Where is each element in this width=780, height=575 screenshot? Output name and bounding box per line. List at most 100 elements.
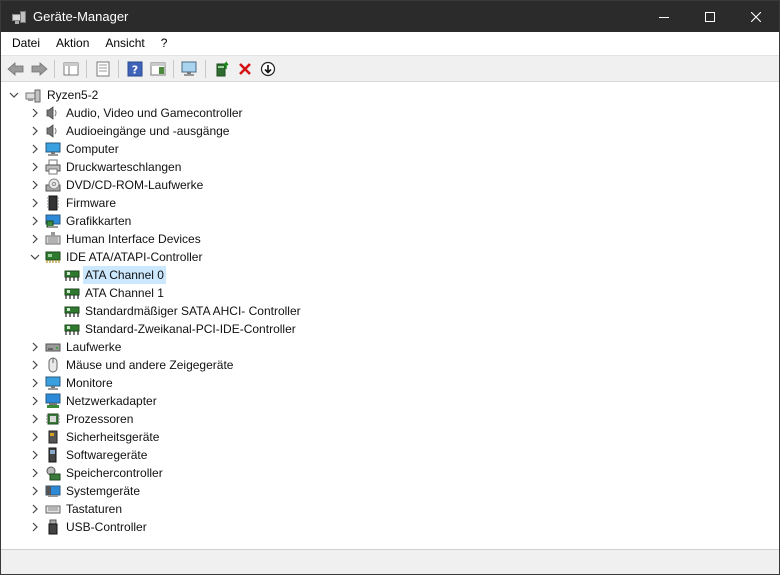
tree-device-item[interactable]: Standardmäßiger SATA AHCI- Controller bbox=[3, 302, 777, 320]
chevron-down-icon[interactable] bbox=[28, 248, 42, 266]
tree-category-label: Laufwerke bbox=[66, 340, 122, 354]
device-manager-icon bbox=[11, 9, 27, 25]
usb-icon bbox=[45, 519, 61, 535]
update-driver-button[interactable] bbox=[210, 58, 233, 80]
tree-category[interactable]: Tastaturen bbox=[3, 500, 777, 518]
maximize-icon bbox=[705, 11, 715, 22]
chevron-right-icon[interactable] bbox=[28, 446, 42, 464]
tree-device-item[interactable]: ATA Channel 0 bbox=[3, 266, 777, 284]
tree-category[interactable]: Grafikkarten bbox=[3, 212, 777, 230]
ide-channel-icon bbox=[64, 267, 80, 283]
tree-device-label: Standardmäßiger SATA AHCI- Controller bbox=[85, 304, 301, 318]
chevron-right-icon[interactable] bbox=[28, 122, 42, 140]
tree-category[interactable]: Firmware bbox=[3, 194, 777, 212]
ide-controller-icon bbox=[45, 249, 61, 265]
tree-category-label: Audioeingänge und -ausgänge bbox=[66, 124, 230, 138]
chevron-right-icon[interactable] bbox=[28, 428, 42, 446]
firmware-chip-icon bbox=[45, 195, 61, 211]
forward-button[interactable] bbox=[27, 58, 50, 80]
monitor-icon bbox=[45, 375, 61, 391]
tree-category[interactable]: Sicherheitsgeräte bbox=[3, 428, 777, 446]
chevron-right-icon[interactable] bbox=[28, 410, 42, 428]
ide-channel-icon bbox=[64, 285, 80, 301]
system-device-icon bbox=[45, 483, 61, 499]
scan-hardware-button[interactable] bbox=[178, 58, 201, 80]
chevron-right-icon[interactable] bbox=[28, 230, 42, 248]
tree-category-label: Netzwerkadapter bbox=[66, 394, 157, 408]
minimize-button[interactable] bbox=[641, 1, 687, 32]
disable-device-icon bbox=[260, 61, 275, 76]
tree-category[interactable]: Computer bbox=[3, 140, 777, 158]
disable-device-button[interactable] bbox=[256, 58, 279, 80]
security-device-icon bbox=[45, 429, 61, 445]
scan-hardware-monitor-icon bbox=[181, 61, 196, 76]
uninstall-device-button[interactable] bbox=[233, 58, 256, 80]
tree-category[interactable]: Prozessoren bbox=[3, 410, 777, 428]
chevron-right-icon[interactable] bbox=[28, 356, 42, 374]
tree-category-label: Tastaturen bbox=[66, 502, 123, 516]
tree-category-label: Computer bbox=[66, 142, 119, 156]
menu-datei[interactable]: Datei bbox=[4, 32, 48, 55]
tree-category[interactable]: Systemgeräte bbox=[3, 482, 777, 500]
tree-category[interactable]: Monitore bbox=[3, 374, 777, 392]
tree-category-label: DVD/CD-ROM-Laufwerke bbox=[66, 178, 204, 192]
tree-category[interactable]: USB-Controller bbox=[3, 518, 777, 536]
tree-category[interactable]: IDE ATA/ATAPI-Controller bbox=[3, 248, 777, 266]
window-title: Geräte-Manager bbox=[33, 9, 129, 24]
show-hide-tree-button[interactable] bbox=[59, 58, 82, 80]
tree-category[interactable]: Audio, Video und Gamecontroller bbox=[3, 104, 777, 122]
tree-device-item[interactable]: ATA Channel 1 bbox=[3, 284, 777, 302]
chevron-right-icon[interactable] bbox=[28, 374, 42, 392]
software-device-icon bbox=[45, 447, 61, 463]
help-button[interactable]: ? bbox=[123, 58, 146, 80]
title-bar[interactable]: Geräte-Manager bbox=[1, 1, 779, 32]
chevron-right-icon[interactable] bbox=[28, 464, 42, 482]
tree-category-label: IDE ATA/ATAPI-Controller bbox=[66, 250, 203, 264]
close-button[interactable] bbox=[733, 1, 779, 32]
tree-category[interactable]: Audioeingänge und -ausgänge bbox=[3, 122, 777, 140]
tree-root[interactable]: Ryzen5-2 bbox=[3, 86, 777, 104]
chevron-right-icon[interactable] bbox=[28, 176, 42, 194]
chevron-right-icon[interactable] bbox=[28, 518, 42, 536]
svg-text:?: ? bbox=[131, 63, 137, 76]
tree-category[interactable]: Speichercontroller bbox=[3, 464, 777, 482]
back-button[interactable] bbox=[4, 58, 27, 80]
action-pane-button[interactable] bbox=[146, 58, 169, 80]
menu-ansicht[interactable]: Ansicht bbox=[97, 32, 152, 55]
tree-category[interactable]: Druckwarteschlangen bbox=[3, 158, 777, 176]
chevron-down-icon[interactable] bbox=[7, 86, 21, 104]
device-tree[interactable]: Ryzen5-2 Audio, Video und Gamecontroller… bbox=[3, 83, 777, 549]
menu-bar: Datei Aktion Ansicht ? bbox=[1, 32, 779, 55]
minimize-icon bbox=[659, 16, 669, 18]
menu-help[interactable]: ? bbox=[153, 32, 176, 55]
tree-category[interactable]: Mäuse und andere Zeigegeräte bbox=[3, 356, 777, 374]
properties-button[interactable] bbox=[91, 58, 114, 80]
maximize-button[interactable] bbox=[687, 1, 733, 32]
chevron-right-icon[interactable] bbox=[28, 482, 42, 500]
chevron-right-icon[interactable] bbox=[28, 338, 42, 356]
tree-category[interactable]: Laufwerke bbox=[3, 338, 777, 356]
tree-root-label: Ryzen5-2 bbox=[47, 88, 99, 102]
tree-device-label: Standard-Zweikanal-PCI-IDE-Controller bbox=[85, 322, 296, 336]
help-icon: ? bbox=[127, 61, 142, 76]
chevron-right-icon[interactable] bbox=[28, 158, 42, 176]
tree-category-label: Human Interface Devices bbox=[66, 232, 201, 246]
chevron-right-icon[interactable] bbox=[28, 140, 42, 158]
toolbar-separator bbox=[86, 59, 87, 78]
tree-category[interactable]: Softwaregeräte bbox=[3, 446, 777, 464]
network-adapter-icon bbox=[45, 393, 61, 409]
chevron-right-icon[interactable] bbox=[28, 104, 42, 122]
tree-device-item[interactable]: Standard-Zweikanal-PCI-IDE-Controller bbox=[3, 320, 777, 338]
tree-category-label: Softwaregeräte bbox=[66, 448, 148, 462]
menu-aktion[interactable]: Aktion bbox=[48, 32, 97, 55]
tree-category[interactable]: DVD/CD-ROM-Laufwerke bbox=[3, 176, 777, 194]
chevron-right-icon[interactable] bbox=[28, 392, 42, 410]
storage-controller-icon bbox=[45, 465, 61, 481]
update-driver-icon bbox=[216, 60, 229, 76]
chevron-right-icon[interactable] bbox=[28, 212, 42, 230]
chevron-right-icon[interactable] bbox=[28, 194, 42, 212]
monitor-icon bbox=[45, 141, 61, 157]
chevron-right-icon[interactable] bbox=[28, 500, 42, 518]
tree-category[interactable]: Netzwerkadapter bbox=[3, 392, 777, 410]
tree-category[interactable]: Human Interface Devices bbox=[3, 230, 777, 248]
